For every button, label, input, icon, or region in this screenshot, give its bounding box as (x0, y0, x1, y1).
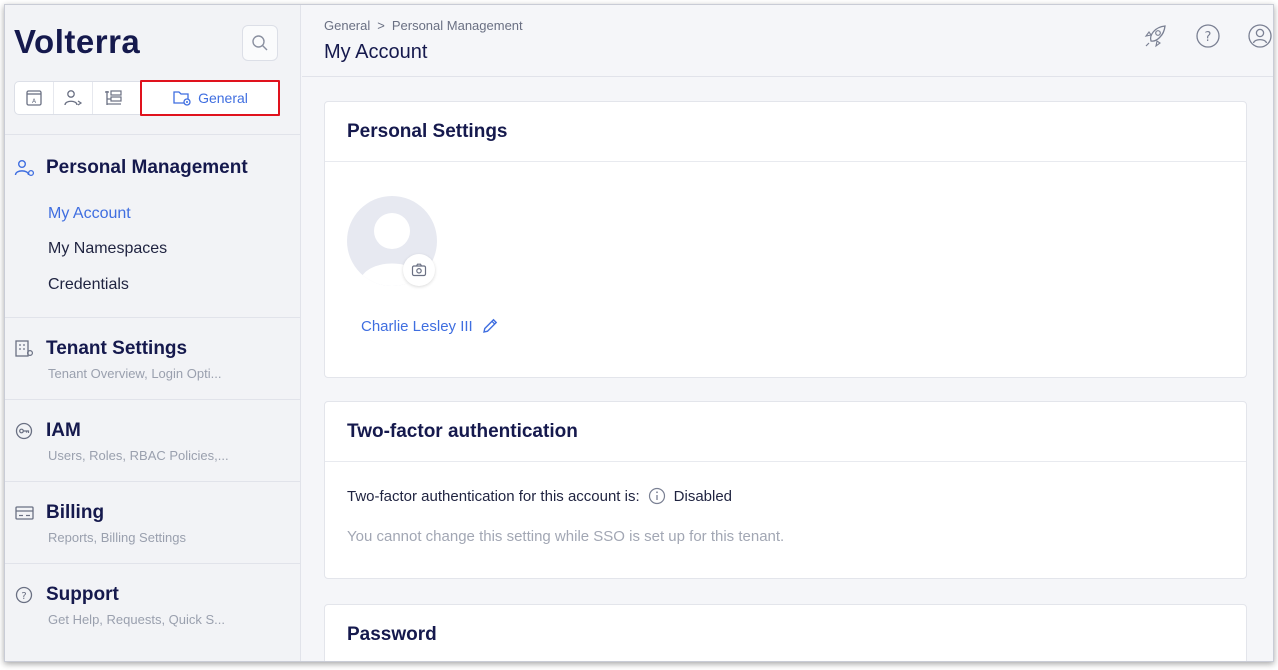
tenant-settings-subtitle: Tenant Overview, Login Opti... (48, 366, 222, 381)
search-icon (252, 35, 268, 51)
svg-text:A: A (32, 98, 37, 105)
two-factor-title: Two-factor authentication (347, 420, 578, 442)
key-icon (15, 422, 33, 440)
app-icon: A (26, 90, 42, 106)
profile-icon[interactable] (1247, 23, 1273, 49)
personal-management-header[interactable]: Personal Management (14, 157, 248, 179)
two-factor-header: Two-factor authentication (325, 402, 1246, 462)
billing-subtitle: Reports, Billing Settings (48, 530, 187, 545)
two-factor-card: Two-factor authentication Two-factor aut… (324, 401, 1247, 579)
search-button[interactable] (242, 25, 278, 61)
two-factor-status-value: Disabled (673, 487, 733, 505)
tab-general-label: General (198, 90, 248, 106)
support-subtitle: Get Help, Requests, Quick S... (48, 612, 226, 627)
two-factor-note: You cannot change this setting while SSO… (347, 528, 785, 545)
tab-tree[interactable] (93, 82, 132, 114)
sidebar-item-credentials[interactable]: Credentials (48, 276, 129, 294)
iam-subtitle: Users, Roles, RBAC Policies,... (48, 448, 229, 463)
iam-header: IAM (14, 420, 81, 442)
tenant-settings-title: Tenant Settings (46, 338, 188, 359)
logo-row: Volterra (5, 5, 301, 81)
billing-header: Billing (14, 502, 104, 524)
change-photo-button[interactable] (403, 254, 435, 286)
user-gear-icon (14, 160, 35, 177)
breadcrumb-separator: > (377, 18, 385, 33)
top-bar: General > Personal Management My Account… (302, 5, 1273, 77)
password-title: Password (347, 623, 437, 645)
section-support[interactable]: ? Support Get Help, Requests, Quick S... (5, 563, 301, 661)
sidebar-item-my-account[interactable]: My Account (48, 205, 131, 223)
folder-gear-icon (173, 91, 191, 106)
card-icon (15, 506, 34, 520)
tab-general[interactable]: General (140, 80, 280, 116)
personal-management-title: Personal Management (46, 157, 248, 178)
personal-settings-header: Personal Settings (325, 102, 1246, 162)
breadcrumb: General > Personal Management (324, 18, 523, 33)
support-title: Support (46, 584, 119, 605)
tree-icon (104, 90, 122, 105)
breadcrumb-personal-management[interactable]: Personal Management (392, 18, 523, 33)
app-window: Volterra A General Personal Management M… (4, 4, 1274, 662)
svg-text:?: ? (21, 591, 26, 602)
question-icon: ? (15, 586, 33, 604)
personal-settings-card: Personal Settings Charlie Lesley III (324, 101, 1247, 378)
workspace-tabs: A General (14, 80, 280, 116)
section-billing[interactable]: Billing Reports, Billing Settings (5, 481, 301, 563)
section-tenant-settings[interactable]: Tenant Settings Tenant Overview, Login O… (5, 317, 301, 399)
page-title: My Account (324, 41, 428, 63)
tab-app[interactable]: A (15, 82, 54, 114)
billing-title: Billing (46, 502, 105, 523)
top-icons: ? (1143, 23, 1273, 49)
user-name: Charlie Lesley III (361, 317, 473, 335)
svg-text:?: ? (1205, 30, 1212, 45)
help-icon[interactable]: ? (1195, 23, 1221, 49)
breadcrumb-general[interactable]: General (324, 18, 370, 33)
logo: Volterra (14, 23, 141, 60)
sidebar-item-my-namespaces[interactable]: My Namespaces (48, 240, 167, 258)
info-icon[interactable] (648, 487, 666, 505)
main-content: General > Personal Management My Account… (302, 5, 1273, 661)
section-iam[interactable]: IAM Users, Roles, RBAC Policies,... (5, 399, 301, 481)
tenant-settings-header: Tenant Settings (14, 338, 187, 360)
two-factor-status: Two-factor authentication for this accou… (347, 487, 732, 505)
section-personal-management: Personal Management My Account My Namesp… (5, 134, 301, 317)
tab-user-settings[interactable] (54, 82, 93, 114)
two-factor-status-label: Two-factor authentication for this accou… (347, 487, 640, 505)
personal-settings-title: Personal Settings (347, 120, 508, 142)
rocket-icon[interactable] (1143, 23, 1169, 49)
edit-pencil-icon[interactable] (481, 317, 499, 335)
iam-title: IAM (46, 420, 81, 441)
password-header: Password (325, 605, 1246, 661)
camera-icon (411, 263, 427, 277)
support-header: ? Support (14, 584, 119, 606)
user-name-row: Charlie Lesley III (361, 317, 499, 335)
password-card: Password (324, 604, 1247, 661)
sidebar: Volterra A General Personal Management M… (5, 5, 301, 661)
user-settings-icon (64, 90, 83, 106)
building-icon (15, 340, 34, 357)
